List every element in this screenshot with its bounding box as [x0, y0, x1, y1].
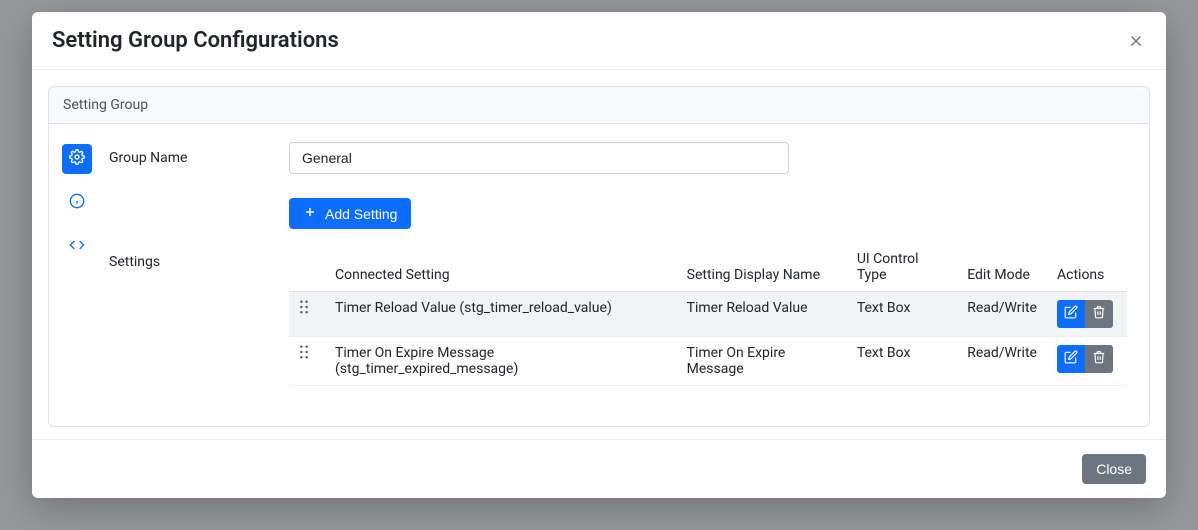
side-tabs [57, 142, 97, 386]
edit-icon [1064, 350, 1078, 368]
col-edit-mode: Edit Mode [957, 243, 1047, 292]
drag-handle-icon[interactable] [299, 302, 315, 318]
col-display-name: Setting Display Name [677, 243, 847, 292]
form-area: Group Name Settings Add Setting [109, 142, 1141, 386]
cell-edit-mode: Read/Write [957, 337, 1047, 386]
code-icon [69, 237, 85, 257]
setting-group-panel: Setting Group [48, 86, 1150, 427]
tab-general[interactable] [62, 144, 92, 174]
group-name-field-wrap [289, 142, 1127, 174]
cell-connected-setting: Timer Reload Value (stg_timer_reload_val… [325, 292, 677, 337]
delete-button[interactable] [1085, 300, 1113, 328]
cell-connected-setting: Timer On Expire Message (stg_timer_expir… [325, 337, 677, 386]
trash-icon [1092, 350, 1106, 368]
tab-code[interactable] [62, 232, 92, 262]
cell-ui-control: Text Box [847, 292, 957, 337]
cell-display-name: Timer On Expire Message [677, 337, 847, 386]
gear-icon [69, 149, 85, 169]
table-row: Timer On Expire Message (stg_timer_expir… [289, 337, 1127, 386]
modal-title: Setting Group Configurations [52, 28, 339, 53]
settings-modal: Setting Group Configurations Setting Gro… [32, 12, 1166, 498]
group-name-label: Group Name [109, 142, 289, 166]
edit-button[interactable] [1057, 345, 1085, 373]
cell-edit-mode: Read/Write [957, 292, 1047, 337]
settings-label: Settings [109, 198, 289, 270]
edit-button[interactable] [1057, 300, 1085, 328]
col-connected-setting: Connected Setting [325, 243, 677, 292]
drag-handle-icon[interactable] [299, 347, 315, 363]
info-icon [69, 193, 85, 213]
trash-icon [1092, 305, 1106, 323]
modal-body: Setting Group [32, 70, 1166, 439]
col-ui-control: UI Control Type [847, 243, 957, 292]
delete-button[interactable] [1085, 345, 1113, 373]
panel-body: Group Name Settings Add Setting [49, 124, 1149, 426]
modal-footer: Close [32, 439, 1166, 498]
cell-display-name: Timer Reload Value [677, 292, 847, 337]
close-button[interactable]: Close [1082, 454, 1146, 484]
table-row: Timer Reload Value (stg_timer_reload_val… [289, 292, 1127, 337]
cell-actions [1047, 337, 1127, 386]
panel-header: Setting Group [49, 87, 1149, 124]
settings-table: Connected Setting Setting Display Name U… [289, 243, 1127, 386]
cell-actions [1047, 292, 1127, 337]
edit-icon [1064, 305, 1078, 323]
tab-info[interactable] [62, 188, 92, 218]
add-setting-button[interactable]: Add Setting [289, 198, 411, 229]
col-actions: Actions [1047, 243, 1127, 292]
plus-icon [303, 205, 317, 222]
close-icon[interactable] [1126, 31, 1146, 51]
add-setting-button-label: Add Setting [325, 206, 397, 222]
cell-ui-control: Text Box [847, 337, 957, 386]
settings-block: Add Setting Connected Setting Setting Di… [289, 198, 1127, 386]
group-name-input[interactable] [289, 142, 789, 174]
modal-header: Setting Group Configurations [32, 12, 1166, 70]
